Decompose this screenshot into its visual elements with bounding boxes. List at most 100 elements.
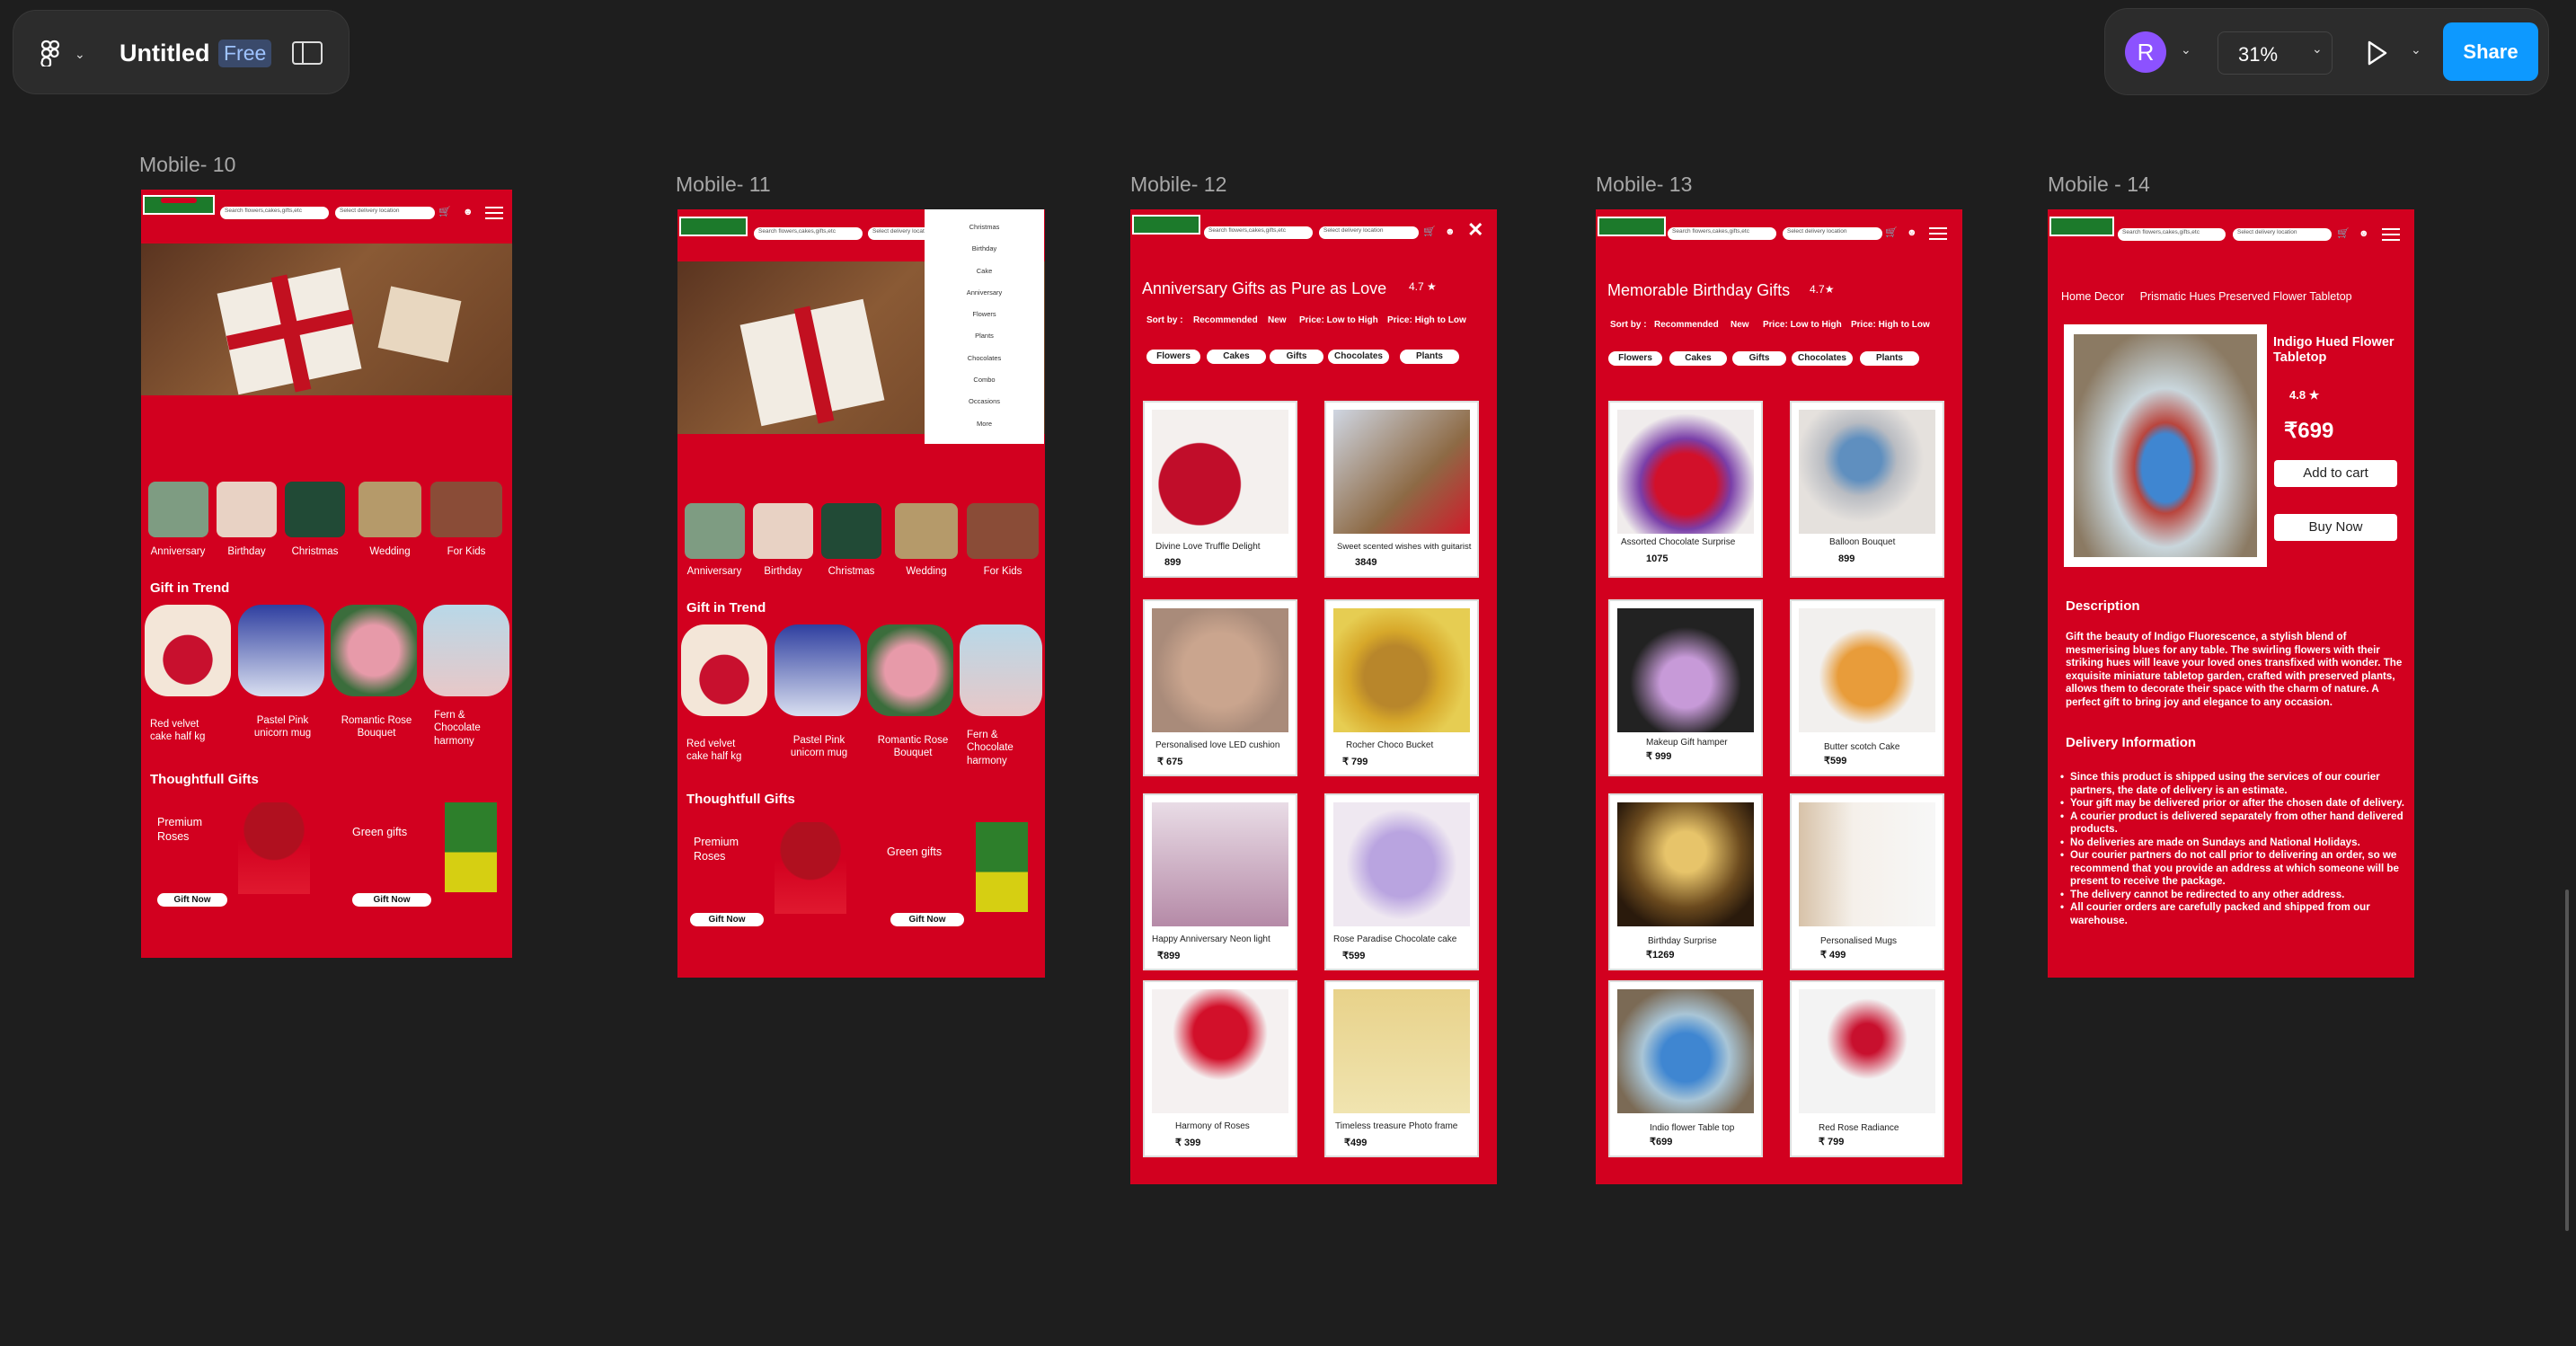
product-card[interactable]: Divine Love Truffle Delight 899 — [1143, 401, 1297, 578]
sort-option[interactable]: Price: High to Low — [1387, 315, 1466, 325]
filter-chip[interactable]: Chocolates — [1792, 351, 1853, 366]
cart-icon[interactable]: 🛒 — [1423, 227, 1436, 237]
breadcrumb-root[interactable]: Home Decor — [2061, 290, 2124, 303]
menu-icon[interactable] — [485, 207, 503, 219]
search-input[interactable]: Search flowers,cakes,gifts,etc — [220, 207, 329, 219]
trend-item-image[interactable] — [960, 624, 1042, 716]
category-for-kids[interactable] — [430, 482, 502, 537]
trend-item-image[interactable] — [775, 624, 861, 716]
menu-item[interactable]: Chocolates — [925, 348, 1044, 369]
search-input[interactable]: Search flowers,cakes,gifts,etc — [1668, 227, 1776, 240]
brand-logo[interactable] — [1598, 217, 1666, 236]
filter-chip[interactable]: Cakes — [1669, 351, 1727, 366]
search-input[interactable]: Search flowers,cakes,gifts,etc — [2118, 228, 2226, 241]
user-icon[interactable]: ☻ — [463, 208, 474, 217]
sort-option[interactable]: New — [1268, 315, 1287, 325]
frame-label[interactable]: Mobile - 14 — [2048, 173, 2150, 197]
user-icon[interactable]: ☻ — [1445, 227, 1456, 237]
breadcrumb-item[interactable]: Prismatic Hues Preserved Flower Tabletop — [2140, 290, 2352, 303]
trend-item-image[interactable] — [867, 624, 953, 716]
product-card[interactable]: Assorted Chocolate Surprise 1075 — [1608, 401, 1763, 578]
menu-item[interactable]: Birthday — [925, 238, 1044, 260]
product-card[interactable]: Personalised Mugs ₹ 499 — [1790, 793, 1944, 970]
frame-mobile-10[interactable]: Search flowers,cakes,gifts,etc Select de… — [141, 190, 512, 958]
trend-item-image[interactable] — [681, 624, 767, 716]
add-to-cart-button[interactable]: Add to cart — [2274, 460, 2397, 487]
product-card[interactable]: Balloon Bouquet 899 — [1790, 401, 1944, 578]
search-input[interactable]: Search flowers,cakes,gifts,etc — [754, 227, 863, 240]
product-card[interactable]: Red Rose Radiance ₹ 799 — [1790, 980, 1944, 1157]
gift-now-button[interactable]: Gift Now — [352, 893, 431, 907]
category-birthday[interactable] — [217, 482, 277, 537]
location-input[interactable]: Select delivery location — [1783, 227, 1882, 240]
user-icon[interactable]: ☻ — [2359, 229, 2369, 239]
sort-option[interactable]: Price: Low to High — [1299, 315, 1378, 325]
trend-item-image[interactable] — [331, 605, 417, 696]
product-card[interactable]: Birthday Surprise ₹1269 — [1608, 793, 1763, 970]
trend-item-image[interactable] — [423, 605, 509, 696]
design-canvas[interactable]: Mobile- 10 Mobile- 11 Mobile- 12 Mobile-… — [0, 0, 2576, 1346]
cart-icon[interactable]: 🛒 — [438, 208, 451, 217]
frame-label[interactable]: Mobile- 12 — [1130, 173, 1226, 197]
frame-mobile-14[interactable]: Search flowers,cakes,gifts,etc Select de… — [2048, 209, 2414, 978]
frame-label[interactable]: Mobile- 10 — [139, 153, 235, 177]
product-card[interactable]: Rocher Choco Bucket ₹ 799 — [1324, 599, 1479, 776]
category-christmas[interactable] — [821, 503, 881, 559]
user-icon[interactable]: ☻ — [1907, 228, 1917, 238]
trend-item-image[interactable] — [145, 605, 231, 696]
frame-mobile-11[interactable]: Search flowers,cakes,gifts,etc Select de… — [677, 209, 1045, 978]
menu-item[interactable]: Cake — [925, 261, 1044, 282]
frame-label[interactable]: Mobile- 13 — [1596, 173, 1692, 197]
filter-chip[interactable]: Cakes — [1207, 350, 1266, 364]
menu-item[interactable]: Flowers — [925, 304, 1044, 325]
category-birthday[interactable] — [753, 503, 813, 559]
menu-item[interactable]: Plants — [925, 325, 1044, 347]
filter-chip[interactable]: Plants — [1860, 351, 1919, 366]
product-card[interactable]: Harmony of Roses ₹ 399 — [1143, 980, 1297, 1157]
sort-option[interactable]: New — [1731, 320, 1749, 330]
filter-chip[interactable]: Gifts — [1270, 350, 1323, 364]
filter-chip[interactable]: Chocolates — [1328, 350, 1389, 364]
brand-logo[interactable] — [2049, 217, 2114, 236]
filter-chip[interactable]: Flowers — [1608, 351, 1662, 366]
product-card[interactable]: Rose Paradise Chocolate cake ₹599 — [1324, 793, 1479, 970]
gift-now-button[interactable]: Gift Now — [157, 893, 227, 907]
menu-icon[interactable] — [1929, 227, 1947, 240]
location-input[interactable]: Select delivery location — [1319, 226, 1419, 239]
category-dropdown-menu[interactable]: Christmas Birthday Cake Anniversary Flow… — [925, 209, 1044, 444]
product-card[interactable]: Makeup Gift hamper ₹ 999 — [1608, 599, 1763, 776]
location-input[interactable]: Select delivery location — [2233, 228, 2332, 241]
category-for-kids[interactable] — [967, 503, 1039, 559]
category-wedding[interactable] — [895, 503, 958, 559]
category-wedding[interactable] — [359, 482, 421, 537]
cart-icon[interactable]: 🛒 — [1885, 228, 1898, 238]
menu-item[interactable]: More — [925, 413, 1044, 435]
frame-mobile-13[interactable]: Search flowers,cakes,gifts,etc Select de… — [1596, 209, 1962, 1184]
product-card[interactable]: Indio flower Table top ₹699 — [1608, 980, 1763, 1157]
menu-item[interactable]: Christmas — [925, 217, 1044, 238]
cart-icon[interactable]: 🛒 — [2337, 229, 2350, 239]
frame-mobile-12[interactable]: Search flowers,cakes,gifts,etc Select de… — [1130, 209, 1497, 1184]
close-icon[interactable]: ✕ — [1467, 218, 1483, 242]
filter-chip[interactable]: Plants — [1400, 350, 1459, 364]
product-card[interactable]: Timeless treasure Photo frame ₹499 — [1324, 980, 1479, 1157]
filter-chip[interactable]: Flowers — [1146, 350, 1200, 364]
frame-label[interactable]: Mobile- 11 — [676, 173, 771, 197]
sort-option[interactable]: Recommended — [1193, 315, 1258, 325]
product-card[interactable]: Happy Anniversary Neon light ₹899 — [1143, 793, 1297, 970]
sort-option[interactable]: Price: High to Low — [1851, 320, 1930, 330]
hero-banner[interactable] — [141, 244, 512, 395]
brand-logo[interactable] — [143, 195, 215, 215]
brand-logo[interactable] — [679, 217, 748, 236]
category-anniversary[interactable] — [148, 482, 208, 537]
category-anniversary[interactable] — [685, 503, 745, 559]
location-input[interactable]: Select delivery location — [335, 207, 435, 219]
gift-now-button[interactable]: Gift Now — [890, 913, 964, 926]
sort-option[interactable]: Recommended — [1654, 320, 1719, 330]
search-input[interactable]: Search flowers,cakes,gifts,etc — [1204, 226, 1313, 239]
sort-option[interactable]: Price: Low to High — [1763, 320, 1842, 330]
product-card[interactable]: Butter scotch Cake ₹599 — [1790, 599, 1944, 776]
category-christmas[interactable] — [285, 482, 345, 537]
product-card[interactable]: Personalised love LED cushion ₹ 675 — [1143, 599, 1297, 776]
trend-item-image[interactable] — [238, 605, 324, 696]
